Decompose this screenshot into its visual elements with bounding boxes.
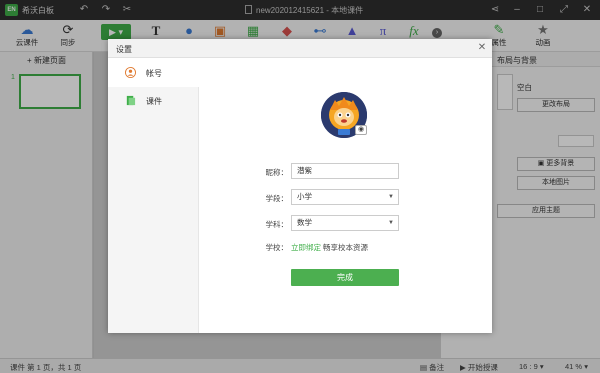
stage-select[interactable]: 小学 ▼ bbox=[291, 189, 399, 205]
subject-label: 学科： bbox=[265, 220, 289, 229]
subject-value: 数学 bbox=[297, 218, 312, 227]
done-button[interactable]: 完成 bbox=[291, 269, 399, 286]
document-icon bbox=[126, 95, 136, 106]
stage-value: 小学 bbox=[297, 192, 312, 201]
nickname-value: 潜紫 bbox=[297, 166, 312, 175]
nav-item-account-label: 帐号 bbox=[146, 69, 162, 78]
dialog-title: 设置 bbox=[116, 45, 132, 54]
settings-dialog: 设置 ✕ 帐号 课件 ◉ 昵称： 潜紫 学段： 小学 ▼ 学科： 数学 ▼ 学校… bbox=[108, 39, 492, 333]
subject-select[interactable]: 数学 ▼ bbox=[291, 215, 399, 231]
settings-nav: 帐号 课件 bbox=[108, 59, 199, 333]
nav-item-courseware[interactable]: 课件 bbox=[108, 87, 199, 115]
bind-school-link[interactable]: 立即绑定 bbox=[291, 242, 321, 253]
school-note: 畅享校本资源 bbox=[323, 243, 368, 252]
user-icon bbox=[125, 67, 136, 78]
nav-item-courseware-label: 课件 bbox=[146, 97, 162, 106]
camera-icon[interactable]: ◉ bbox=[355, 125, 367, 135]
chevron-down-icon: ▼ bbox=[388, 220, 394, 226]
dialog-close-icon[interactable]: ✕ bbox=[476, 42, 488, 54]
chevron-down-icon: ▼ bbox=[388, 194, 394, 200]
nickname-field[interactable]: 潜紫 bbox=[291, 163, 399, 179]
stage-label: 学段： bbox=[265, 194, 289, 203]
school-label: 学校： bbox=[265, 243, 289, 252]
nickname-label: 昵称： bbox=[265, 168, 289, 177]
dialog-header: 设置 ✕ bbox=[108, 39, 492, 58]
nav-item-account[interactable]: 帐号 bbox=[108, 59, 199, 87]
